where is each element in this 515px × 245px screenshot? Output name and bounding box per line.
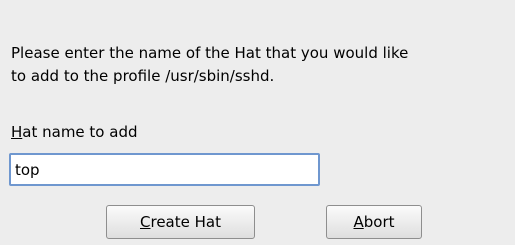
create-hat-mnemonic: C <box>140 213 151 231</box>
hat-name-label: Hat name to add <box>11 121 138 144</box>
abort-button[interactable]: Abort <box>326 205 422 239</box>
hat-name-label-mnemonic: H <box>11 123 23 141</box>
message-line-2: to add to the profile /usr/sbin/sshd. <box>11 67 275 85</box>
message-line-1: Please enter the name of the Hat that yo… <box>11 44 409 62</box>
dialog-message: Please enter the name of the Hat that yo… <box>11 42 511 88</box>
hat-name-input[interactable] <box>9 153 320 186</box>
create-hat-button[interactable]: Create Hat <box>106 205 255 239</box>
hat-name-label-text: at name to add <box>22 123 138 141</box>
abort-mnemonic: A <box>353 213 364 231</box>
abort-label: bort <box>363 213 395 231</box>
create-hat-label: reate Hat <box>150 213 221 231</box>
